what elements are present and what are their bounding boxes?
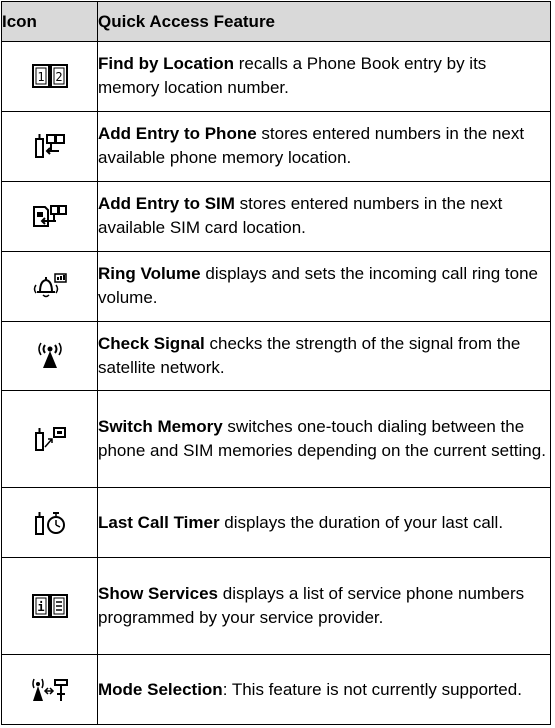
- header-icon: Icon: [1, 1, 98, 42]
- feature-description: : This feature is not currently supporte…: [222, 679, 522, 699]
- add-entry-phone-icon: [34, 134, 65, 159]
- phonebook-location-icon: 1 2: [31, 64, 68, 89]
- svg-text:i: i: [37, 600, 44, 614]
- last-call-timer-icon: [34, 511, 65, 535]
- feature-title: Last Call Timer: [98, 512, 220, 532]
- table-row: Ring Volume displays and sets the incomi…: [1, 250, 551, 322]
- svg-text:1: 1: [37, 70, 44, 84]
- feature-description: displays the duration of your last call.: [219, 512, 504, 532]
- table-row: Add Entry to Phone stores entered number…: [1, 110, 551, 182]
- switch-memory-icon: [34, 427, 66, 452]
- check-signal-icon: [37, 342, 62, 368]
- feature-title: Switch Memory: [98, 417, 223, 437]
- table-row: Check Signal checks the strength of the …: [1, 320, 551, 392]
- table-header-row: Icon Quick Access Feature: [1, 1, 551, 42]
- table-row: Mode Selection: This feature is not curr…: [1, 654, 551, 725]
- feature-title: Show Services: [98, 584, 219, 604]
- table-row: Last Call Timer displays the duration of…: [1, 487, 551, 559]
- feature-title: Check Signal: [98, 333, 205, 353]
- feature-title: Find by Location: [98, 54, 234, 74]
- feature-title: Add Entry to Phone: [98, 124, 257, 144]
- quick-access-table: Icon Quick Access Feature 1 2 Find by Lo…: [1, 1, 551, 725]
- table-row: Switch Memory switches one-touch dialing…: [1, 390, 551, 489]
- header-feature: Quick Access Feature: [97, 1, 551, 42]
- svg-text:2: 2: [55, 70, 62, 84]
- table-row: 1 2 Find by Location recalls a Phone Boo…: [1, 41, 551, 112]
- show-services-icon: i: [31, 594, 68, 619]
- feature-title: Add Entry to SIM: [98, 194, 235, 214]
- ring-volume-icon: [33, 273, 67, 298]
- table-row: Add Entry to SIM stores entered numbers …: [1, 180, 551, 252]
- mode-selection-icon: [31, 678, 68, 701]
- feature-title: Mode Selection: [98, 679, 223, 699]
- add-entry-sim-icon: [32, 205, 67, 228]
- feature-title: Ring Volume: [98, 264, 201, 284]
- table-row: i Show Services displays a list of servi…: [1, 557, 551, 656]
